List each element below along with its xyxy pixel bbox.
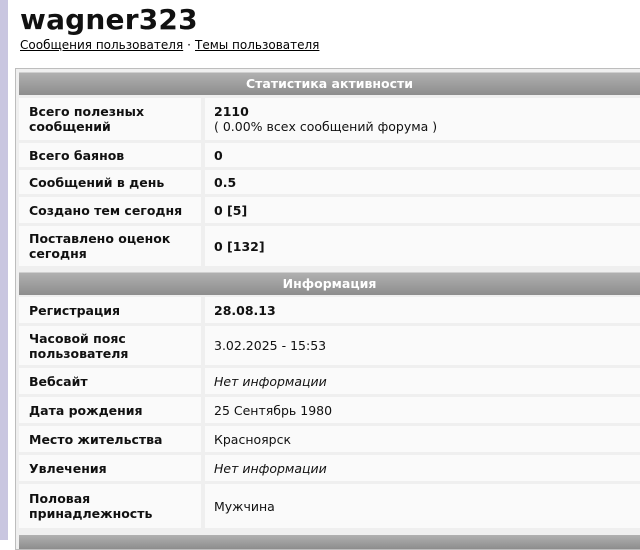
- row-label: Всего баянов: [19, 143, 201, 167]
- row-label: Половая принадлежность: [19, 484, 201, 528]
- row-label: Часовой пояс пользователя: [19, 326, 201, 365]
- row-value: 2110 ( 0.00% всех сообщений форума ): [205, 98, 640, 140]
- row-value: Нет информации: [205, 368, 640, 394]
- row-value: 25 Сентябрь 1980: [205, 397, 640, 423]
- info-row-interests: Увлечения Нет информации: [19, 455, 640, 481]
- row-value: 3.02.2025 - 15:53: [205, 326, 640, 365]
- row-value: Нет информации: [205, 455, 640, 481]
- activity-row-useful-posts: Всего полезных сообщений 2110 ( 0.00% вс…: [19, 98, 640, 140]
- row-label: Регистрация: [19, 297, 201, 323]
- row-value: Мужчина: [205, 484, 640, 528]
- links-separator: ·: [187, 38, 191, 52]
- activity-row-ratings-today: Поставлено оценок сегодня 0 [132]: [19, 226, 640, 266]
- activity-section-header: Статистика активности: [19, 72, 640, 95]
- row-value: 28.08.13: [205, 297, 640, 323]
- profile-tables: Статистика активности Всего полезных соо…: [15, 68, 640, 550]
- info-section-header: Информация: [19, 272, 640, 295]
- row-label: Сообщений в день: [19, 170, 201, 194]
- row-value: 0 [132]: [205, 226, 640, 266]
- activity-row-topics-today: Создано тем сегодня 0 [5]: [19, 197, 640, 223]
- row-label: Всего полезных сообщений: [19, 98, 201, 140]
- info-row-website: Вебсайт Нет информации: [19, 368, 640, 394]
- row-value: 0: [205, 143, 640, 167]
- row-value: 0.5: [205, 170, 640, 194]
- info-row-timezone: Часовой пояс пользователя 3.02.2025 - 15…: [19, 326, 640, 365]
- activity-row-posts-per-day: Сообщений в день 0.5: [19, 170, 640, 194]
- info-row-gender: Половая принадлежность Мужчина: [19, 484, 640, 528]
- window-left-border: [0, 0, 8, 540]
- useful-posts-count: 2110: [214, 104, 249, 119]
- row-value: Красноярск: [205, 426, 640, 452]
- info-row-registration: Регистрация 28.08.13: [19, 297, 640, 323]
- row-label: Поставлено оценок сегодня: [19, 226, 201, 266]
- row-value: 0 [5]: [205, 197, 640, 223]
- profile-username: wagner323: [20, 3, 198, 36]
- row-label: Увлечения: [19, 455, 201, 481]
- next-section-header: [19, 535, 640, 549]
- profile-page: wagner323 Сообщения пользователя · Темы по…: [8, 0, 640, 550]
- info-row-location: Место жительства Красноярск: [19, 426, 640, 452]
- row-label: Вебсайт: [19, 368, 201, 394]
- profile-links: Сообщения пользователя · Темы пользователя: [20, 37, 319, 53]
- row-label: Дата рождения: [19, 397, 201, 423]
- user-topics-link[interactable]: Темы пользователя: [195, 38, 319, 52]
- activity-row-bayans: Всего баянов 0: [19, 143, 640, 167]
- row-label: Создано тем сегодня: [19, 197, 201, 223]
- useful-posts-share: ( 0.00% всех сообщений форума ): [214, 119, 438, 134]
- row-label: Место жительства: [19, 426, 201, 452]
- user-posts-link[interactable]: Сообщения пользователя: [20, 38, 183, 52]
- info-row-birthday: Дата рождения 25 Сентябрь 1980: [19, 397, 640, 423]
